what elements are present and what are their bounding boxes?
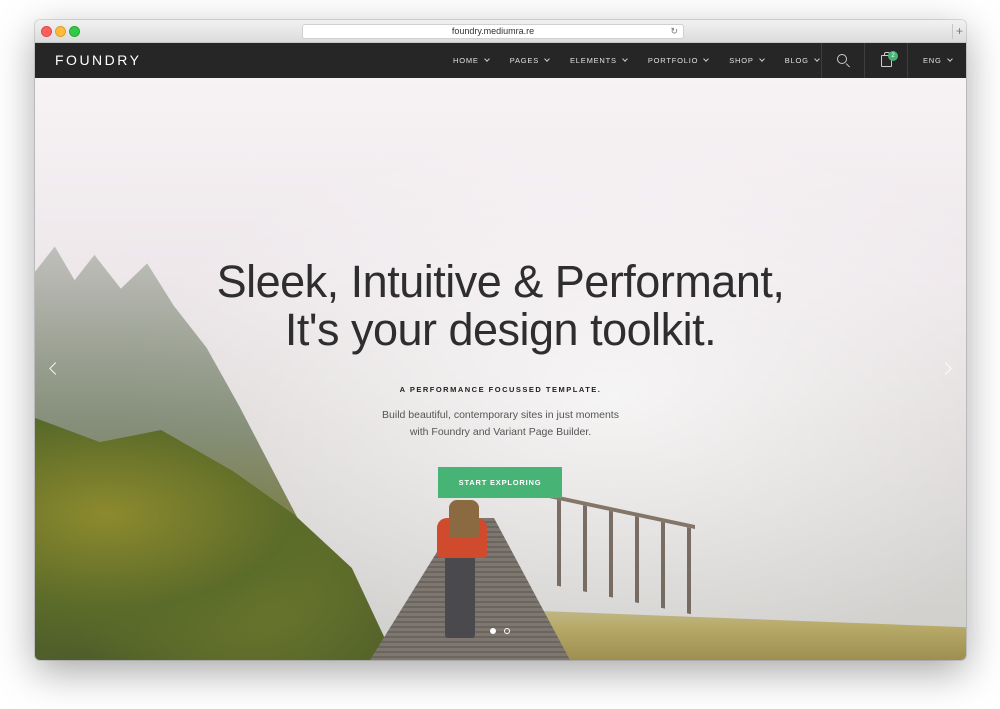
chevron-down-icon bbox=[758, 56, 765, 62]
hero-slider: Sleek, Intuitive & Performant, It's your… bbox=[35, 78, 966, 660]
chevron-down-icon bbox=[813, 56, 820, 62]
site-logo[interactable]: FOUNDRY bbox=[55, 43, 141, 78]
hero-content: Sleek, Intuitive & Performant, It's your… bbox=[35, 78, 966, 660]
chevron-down-icon bbox=[544, 56, 550, 62]
menu-item-shop[interactable]: SHOP bbox=[729, 43, 765, 78]
menu-item-elements[interactable]: ELEMENTS bbox=[570, 43, 628, 78]
site-navbar: FOUNDRY HOME PAGES ELEMENTS PORTFOLIO SH… bbox=[35, 43, 966, 78]
close-window-button[interactable] bbox=[41, 26, 52, 37]
search-icon[interactable] bbox=[837, 54, 850, 68]
chevron-down-icon bbox=[483, 56, 490, 62]
menu-item-label: ELEMENTS bbox=[570, 56, 617, 65]
search-icon-handle bbox=[845, 63, 850, 68]
menu-item-blog[interactable]: BLOG bbox=[784, 43, 820, 78]
menu-item-pages[interactable]: PAGES bbox=[509, 43, 550, 78]
nav-divider bbox=[821, 43, 822, 78]
hero-description: Build beautiful, contemporary sites in j… bbox=[35, 407, 966, 441]
nav-divider bbox=[864, 43, 865, 78]
chevron-down-icon bbox=[621, 56, 628, 62]
language-selector[interactable]: ENG bbox=[923, 43, 953, 78]
menu-item-label: HOME bbox=[453, 56, 479, 65]
hero-headline-line-1: Sleek, Intuitive & Performant, bbox=[216, 256, 785, 307]
browser-titlebar: foundry.mediumra.re ↻ + bbox=[35, 20, 966, 43]
minimize-window-button[interactable] bbox=[55, 26, 66, 37]
slider-dot-2[interactable] bbox=[504, 628, 510, 634]
hero-description-line-2: with Foundry and Variant Page Builder. bbox=[409, 426, 592, 438]
menu-item-label: PORTFOLIO bbox=[647, 56, 699, 65]
chevron-down-icon bbox=[946, 56, 953, 62]
start-exploring-button[interactable]: START EXPLORING bbox=[438, 467, 562, 498]
address-bar-url: foundry.mediumra.re bbox=[451, 26, 535, 36]
address-bar[interactable]: foundry.mediumra.re ↻ bbox=[302, 24, 684, 39]
menu-item-portfolio[interactable]: PORTFOLIO bbox=[647, 43, 710, 78]
menu-item-label: SHOP bbox=[729, 56, 754, 65]
cart-count-badge: 2 bbox=[888, 51, 898, 61]
browser-window: foundry.mediumra.re ↻ + FOUNDRY HOME PAG… bbox=[35, 20, 966, 660]
chevron-down-icon bbox=[703, 56, 710, 62]
slider-dot-1[interactable] bbox=[490, 628, 496, 634]
hero-tagline: A PERFORMANCE FOCUSSED TEMPLATE. bbox=[399, 385, 602, 394]
nav-divider bbox=[907, 43, 908, 78]
new-tab-plus-icon[interactable]: + bbox=[952, 24, 966, 39]
hero-headline-line-2: It's your design toolkit. bbox=[284, 304, 717, 355]
menu-item-home[interactable]: HOME bbox=[453, 43, 490, 78]
main-menu: HOME PAGES ELEMENTS PORTFOLIO SHOP BLOG bbox=[453, 43, 840, 78]
menu-item-label: BLOG bbox=[784, 56, 809, 65]
zoom-window-button[interactable] bbox=[69, 26, 80, 37]
hero-description-line-1: Build beautiful, contemporary sites in j… bbox=[382, 409, 619, 421]
hero-headline: Sleek, Intuitive & Performant, It's your… bbox=[35, 258, 966, 354]
language-label: ENG bbox=[923, 56, 942, 65]
reload-icon[interactable]: ↻ bbox=[670, 25, 678, 38]
menu-item-label: PAGES bbox=[509, 56, 539, 65]
